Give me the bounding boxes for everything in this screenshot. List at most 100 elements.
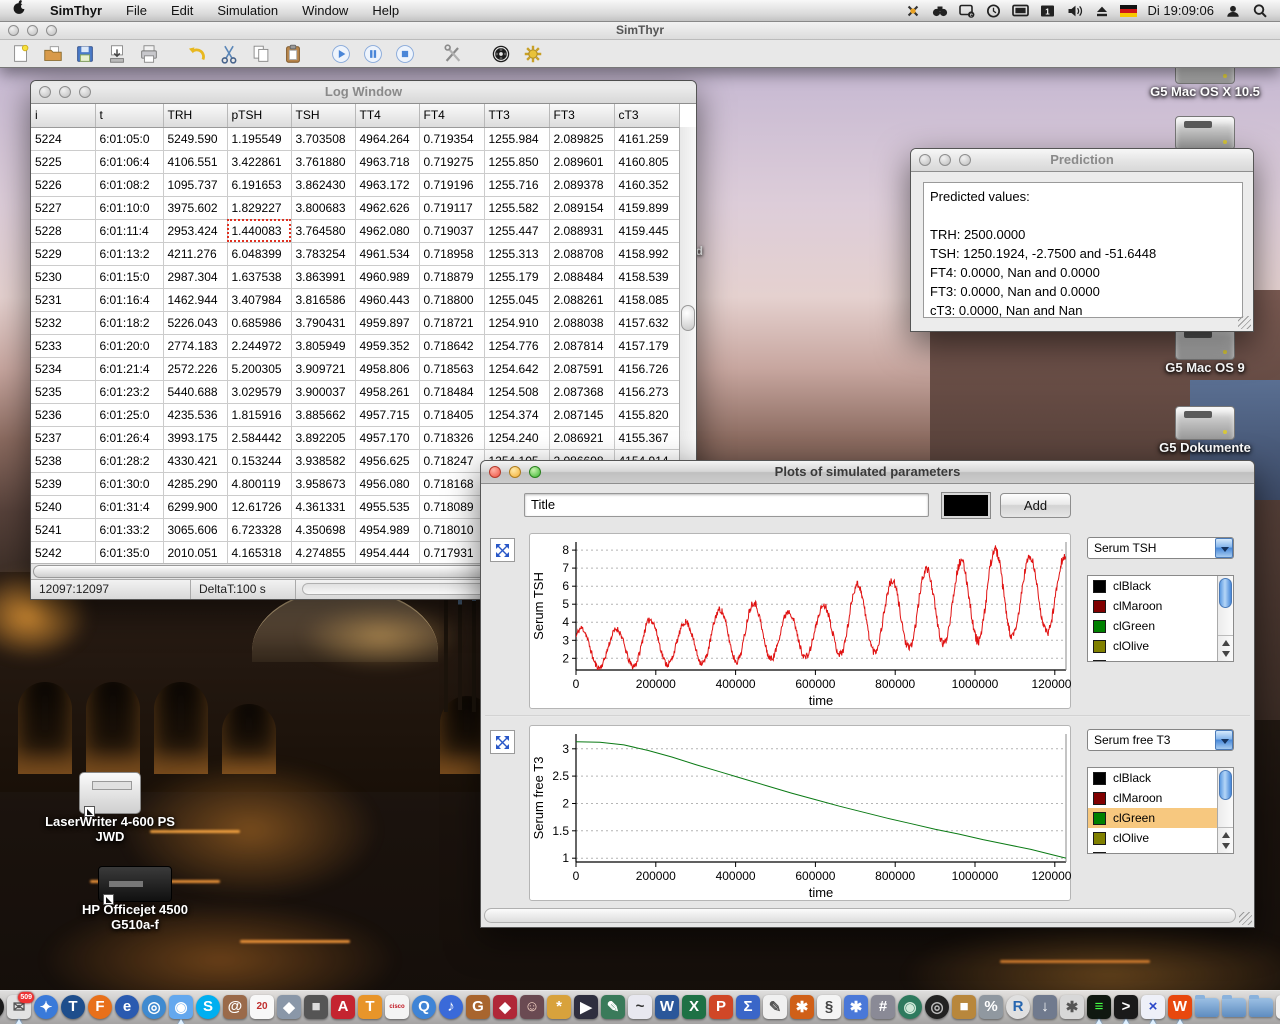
column-header-i[interactable]: i [31, 104, 95, 127]
table-cell[interactable]: 6:01:11:4 [95, 219, 163, 242]
table-cell[interactable]: 5440.688 [163, 380, 227, 403]
table-cell[interactable]: 5238 [31, 449, 95, 472]
parameter-dropdown-ft3[interactable]: Serum free T3 [1087, 729, 1234, 751]
dock-item-certificate-doc[interactable]: § [817, 993, 841, 1023]
table-cell[interactable]: 6:01:18:2 [95, 311, 163, 334]
dock-item-red-utility[interactable]: ◆ [493, 993, 517, 1023]
table-cell[interactable]: 0.718484 [419, 380, 484, 403]
table-cell[interactable]: 4235.536 [163, 403, 227, 426]
tools-button[interactable] [440, 42, 466, 66]
dock-item-folder-documents[interactable] [1222, 993, 1246, 1023]
dock-item-sigma-math[interactable]: Σ [736, 993, 760, 1023]
close-button[interactable] [489, 466, 501, 478]
table-cell[interactable]: 4959.897 [355, 311, 419, 334]
table-cell[interactable]: 3.900037 [291, 380, 355, 403]
table-cell[interactable]: 0.718247 [419, 449, 484, 472]
column-header-TT3[interactable]: TT3 [484, 104, 549, 127]
table-cell[interactable]: 1462.944 [163, 288, 227, 311]
table-cell[interactable]: 4.274855 [291, 541, 355, 564]
desktop-icon-hp-officejet[interactable]: HP Officejet 4500 G510a-f [65, 866, 205, 932]
table-cell[interactable]: 0.719275 [419, 150, 484, 173]
time-machine-icon[interactable] [984, 2, 1004, 20]
user-icon[interactable] [1223, 2, 1243, 20]
table-cell[interactable]: 5237 [31, 426, 95, 449]
table-cell[interactable]: 0.719196 [419, 173, 484, 196]
simthyr-status-icon[interactable] [903, 2, 923, 20]
table-cell[interactable]: 2.088931 [549, 219, 614, 242]
table-cell[interactable]: 4956.625 [355, 449, 419, 472]
table-cell[interactable]: 4959.352 [355, 334, 419, 357]
table-cell[interactable]: 5229 [31, 242, 95, 265]
color-list-item-clOlive[interactable]: clOlive [1088, 828, 1233, 848]
table-cell[interactable]: 1254.240 [484, 426, 549, 449]
close-button[interactable] [919, 154, 931, 166]
plot-title-input[interactable]: Title [524, 493, 929, 517]
dock-item-textedit[interactable]: ✎ [763, 993, 787, 1023]
close-button[interactable] [8, 25, 19, 36]
table-cell[interactable]: 2.087145 [549, 403, 614, 426]
table-cell[interactable]: 1255.313 [484, 242, 549, 265]
table-cell[interactable]: 2572.226 [163, 357, 227, 380]
table-cell[interactable]: 1255.582 [484, 196, 549, 219]
dock-item-firefox[interactable]: F [88, 993, 112, 1023]
dock-item-dashboard[interactable]: ◉ [0, 993, 4, 1023]
menu-item-simthyr[interactable]: SimThyr [38, 0, 114, 22]
desktop-icon-g5-macos9[interactable]: G5 Mac OS 9 [1155, 326, 1255, 375]
table-cell[interactable]: 3975.602 [163, 196, 227, 219]
table-cell[interactable]: 4211.276 [163, 242, 227, 265]
scrollbar-thumb[interactable] [1219, 578, 1232, 608]
dock-item-acrobat-reader[interactable]: A [331, 993, 355, 1023]
dock-item-ical[interactable]: 20 [250, 993, 274, 1023]
import-file-button[interactable] [104, 42, 130, 66]
table-cell[interactable]: 4963.172 [355, 173, 419, 196]
menu-item-edit[interactable]: Edit [159, 0, 205, 22]
table-cell[interactable]: 5225 [31, 150, 95, 173]
table-cell[interactable]: 4964.264 [355, 127, 419, 150]
color-list-item-clGreen[interactable]: clGreen [1088, 808, 1233, 828]
table-cell[interactable]: 4962.080 [355, 219, 419, 242]
menu-item-help[interactable]: Help [360, 0, 411, 22]
eject-icon[interactable] [1092, 2, 1112, 20]
table-cell[interactable]: 1255.984 [484, 127, 549, 150]
table-cell[interactable]: 4.800119 [227, 472, 291, 495]
binoculars-icon[interactable] [930, 2, 950, 20]
table-cell[interactable]: 6:01:15:0 [95, 265, 163, 288]
table-cell[interactable]: 4157.179 [614, 334, 679, 357]
play-simulation-button[interactable] [328, 42, 354, 66]
table-cell[interactable]: 5232 [31, 311, 95, 334]
table-cell[interactable]: 3065.606 [163, 518, 227, 541]
table-cell[interactable]: 4957.715 [355, 403, 419, 426]
table-cell[interactable]: 0.718721 [419, 311, 484, 334]
spotlight-icon[interactable] [1250, 2, 1270, 20]
log-window-titlebar[interactable]: Log Window [31, 81, 696, 104]
table-cell[interactable]: 6:01:13:2 [95, 242, 163, 265]
table-cell[interactable]: 0.718958 [419, 242, 484, 265]
dock-item-terminal[interactable]: > [1114, 993, 1138, 1023]
table-cell[interactable]: 3.761880 [291, 150, 355, 173]
table-cell[interactable]: 5239 [31, 472, 95, 495]
dock-item-globe-pen[interactable]: ✎ [601, 993, 625, 1023]
new-file-button[interactable] [8, 42, 34, 66]
table-cell[interactable]: 3.703508 [291, 127, 355, 150]
dock-item-grapher-doc[interactable]: ~ [628, 993, 652, 1023]
table-cell[interactable]: 2.087814 [549, 334, 614, 357]
table-cell[interactable]: 4158.992 [614, 242, 679, 265]
table-cell[interactable]: 6:01:28:2 [95, 449, 163, 472]
spaces-icon[interactable]: 1 [1038, 2, 1058, 20]
table-cell[interactable]: 4160.352 [614, 173, 679, 196]
table-cell[interactable]: 5242 [31, 541, 95, 564]
table-cell[interactable]: 6:01:26:4 [95, 426, 163, 449]
menu-clock[interactable]: Di 19:09:06 [1146, 3, 1217, 18]
table-cell[interactable]: 6:01:08:2 [95, 173, 163, 196]
dock-item-imovie[interactable]: ▶ [574, 993, 598, 1023]
desktop-icon-laserwriter[interactable]: LaserWriter 4-600 PS JWD [45, 772, 175, 844]
table-cell[interactable]: 2.089825 [549, 127, 614, 150]
table-cell[interactable]: 4958.806 [355, 357, 419, 380]
dock-item-mail[interactable]: ✉509 [7, 993, 31, 1023]
table-cell[interactable]: 4106.551 [163, 150, 227, 173]
copy-button[interactable] [248, 42, 274, 66]
dock-item-skype[interactable]: S [196, 993, 220, 1023]
table-cell[interactable]: 0.718089 [419, 495, 484, 518]
undo-button[interactable] [184, 42, 210, 66]
table-cell[interactable]: 2774.183 [163, 334, 227, 357]
